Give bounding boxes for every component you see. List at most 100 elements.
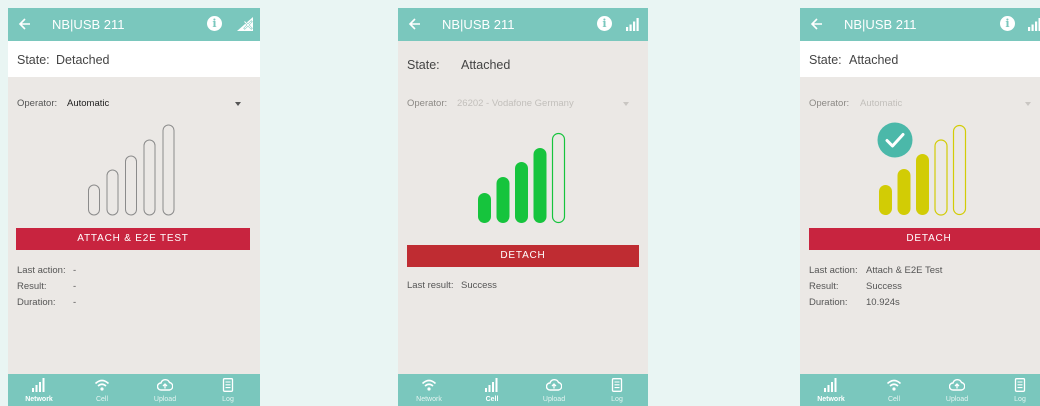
result-row: Last action: Attach & E2E Test bbox=[809, 265, 1029, 281]
signal-icon[interactable] bbox=[624, 16, 642, 32]
state-value: Attached bbox=[849, 53, 899, 67]
signal-bar-5 bbox=[952, 124, 967, 216]
nav-tab-log[interactable]: Log bbox=[586, 374, 648, 406]
app-bar: NB|USB 211 i bbox=[398, 8, 648, 41]
wifi-icon bbox=[886, 379, 902, 391]
operator-label: Operator: bbox=[809, 98, 850, 109]
signal-bar-1 bbox=[88, 184, 100, 216]
nav-label: Log bbox=[611, 396, 623, 403]
result-row: Last result: Success bbox=[407, 280, 607, 296]
detach-button[interactable]: DETACH bbox=[407, 245, 639, 267]
result-key: Last result: bbox=[407, 280, 454, 291]
result-value: 10.924s bbox=[866, 297, 900, 308]
result-key: Duration: bbox=[17, 297, 56, 308]
nav-label: Upload bbox=[153, 396, 177, 403]
wifi-icon bbox=[94, 379, 110, 391]
nav-tab-cell[interactable]: Cell bbox=[461, 374, 523, 406]
nav-label: Cell bbox=[485, 396, 499, 403]
info-icon[interactable]: i bbox=[1000, 16, 1015, 31]
result-row: Duration: - bbox=[17, 297, 217, 313]
nav-tab-network[interactable]: Network bbox=[8, 374, 70, 406]
state-bar: State: Detached bbox=[8, 41, 260, 77]
signal-bar-5 bbox=[162, 124, 175, 216]
log-icon bbox=[611, 378, 623, 392]
nav-tab-cell[interactable]: Cell bbox=[863, 374, 925, 406]
nav-label: Network bbox=[817, 396, 845, 403]
nav-tab-upload[interactable]: Upload bbox=[134, 374, 196, 406]
dropdown-caret-icon[interactable] bbox=[235, 102, 241, 106]
nav-label: Network bbox=[25, 396, 53, 403]
back-arrow-icon[interactable] bbox=[18, 15, 32, 33]
result-key: Result: bbox=[809, 281, 839, 292]
signal-bar-4 bbox=[533, 148, 547, 223]
info-icon[interactable]: i bbox=[207, 16, 222, 31]
dropdown-caret-icon[interactable] bbox=[1025, 102, 1031, 106]
bottom-nav: Network Cell Upload Log bbox=[800, 374, 1040, 406]
result-list: Last action: Attach & E2E Test Result: Suc… bbox=[809, 265, 1029, 313]
signal-bar-1 bbox=[879, 185, 892, 215]
app-bar: NB|USB 211 i bbox=[800, 8, 1040, 41]
log-icon bbox=[222, 378, 234, 392]
signal-icon[interactable] bbox=[1026, 16, 1040, 32]
dropdown-caret-icon[interactable] bbox=[623, 102, 629, 106]
nav-tab-upload[interactable]: Upload bbox=[926, 374, 988, 406]
attach-e2e-test-button[interactable]: ATTACH & E2E TEST bbox=[16, 228, 250, 250]
screen-attached-tested: NB|USB 211 i State: Attached Operator: A… bbox=[800, 8, 1040, 406]
signal-bar-2 bbox=[897, 169, 911, 215]
network-icon bbox=[824, 378, 837, 392]
operator-label: Operator: bbox=[17, 98, 58, 109]
result-row: Duration: 10.924s bbox=[809, 297, 1029, 313]
upload-cloud-icon bbox=[949, 379, 965, 391]
upload-cloud-icon bbox=[546, 379, 562, 391]
nav-tab-log[interactable]: Log bbox=[989, 374, 1040, 406]
result-value: Success bbox=[461, 280, 497, 291]
signal-bar-5 bbox=[551, 132, 566, 224]
nav-tab-network[interactable]: Network bbox=[800, 374, 862, 406]
back-arrow-icon[interactable] bbox=[408, 15, 422, 33]
nav-label: Network bbox=[416, 396, 442, 403]
nav-label: Upload bbox=[542, 396, 566, 403]
signal-bar-3 bbox=[916, 154, 929, 215]
no-signal-icon[interactable] bbox=[236, 16, 254, 32]
operator-select[interactable]: Operator: 26202 - Vodafone Germany bbox=[407, 98, 639, 112]
operator-label: Operator: bbox=[407, 98, 448, 109]
result-row: Result: Success bbox=[809, 281, 1029, 297]
nav-label: Cell bbox=[887, 396, 901, 403]
log-icon bbox=[1014, 378, 1026, 392]
state-bar: State: Attached bbox=[398, 41, 648, 77]
signal-bar-3 bbox=[125, 155, 137, 216]
state-label: State: bbox=[17, 53, 50, 67]
operator-value: Automatic bbox=[67, 98, 110, 109]
app-bar: NB|USB 211 i bbox=[8, 8, 260, 41]
state-label: State: bbox=[809, 53, 842, 67]
result-list: Last action: - Result: - Duration: - bbox=[17, 265, 217, 313]
network-icon bbox=[32, 378, 45, 392]
signal-strength-indicator bbox=[88, 124, 175, 216]
back-arrow-icon[interactable] bbox=[810, 15, 824, 33]
screen-detached: NB|USB 211 i State: Detached Operator: A… bbox=[8, 8, 260, 406]
state-label: State: bbox=[407, 58, 440, 72]
nav-tab-network[interactable]: Network bbox=[398, 374, 460, 406]
result-row: Last action: - bbox=[17, 265, 217, 281]
operator-value: Automatic bbox=[860, 98, 903, 109]
signal-bar-1 bbox=[478, 193, 491, 223]
result-row: Result: - bbox=[17, 281, 217, 297]
operator-value: 26202 - Vodafone Germany bbox=[457, 98, 574, 109]
operator-select[interactable]: Operator: Automatic bbox=[17, 98, 251, 112]
nav-tab-log[interactable]: Log bbox=[197, 374, 259, 406]
app-title: NB|USB 211 bbox=[442, 17, 515, 32]
signal-bar-4 bbox=[143, 139, 156, 216]
nav-tab-cell[interactable]: Cell bbox=[71, 374, 133, 406]
upload-cloud-icon bbox=[157, 379, 173, 391]
result-value: Success bbox=[866, 281, 902, 292]
signal-bar-2 bbox=[496, 177, 510, 223]
info-icon[interactable]: i bbox=[597, 16, 612, 31]
network-icon bbox=[485, 378, 498, 392]
bottom-nav: Network Cell Upload Log bbox=[398, 374, 648, 406]
nav-tab-upload[interactable]: Upload bbox=[523, 374, 585, 406]
app-title: NB|USB 211 bbox=[844, 17, 917, 32]
result-key: Last action: bbox=[17, 265, 66, 276]
check-icon bbox=[877, 122, 913, 158]
detach-button[interactable]: DETACH bbox=[809, 228, 1040, 250]
operator-select[interactable]: Operator: Automatic bbox=[809, 98, 1031, 112]
